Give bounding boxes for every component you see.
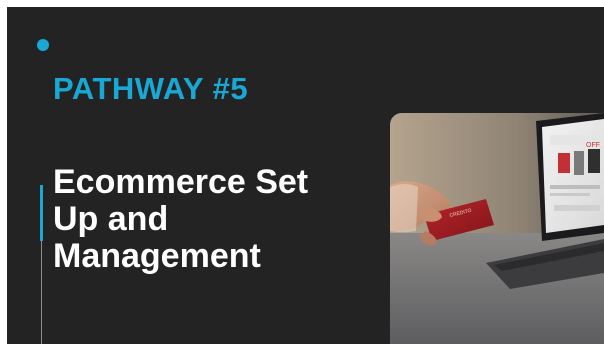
title-line-1: Ecommerce Set [53,163,309,201]
svg-text:OFF: OFF [586,142,600,149]
pathway-label: PATHWAY #5 [53,71,249,106]
ecommerce-photo: OFF CREDITO [390,113,604,344]
title-line-2: Up and [53,200,169,238]
slide: PATHWAY #5 Ecommerce Set Up and Manageme… [0,0,604,344]
slide-canvas: PATHWAY #5 Ecommerce Set Up and Manageme… [7,7,604,344]
title-accent-bar [40,185,43,241]
title-line-3: Management [53,237,261,275]
slide-title: Ecommerce Set Up and Management [53,164,308,275]
accent-dot [37,39,49,51]
ecommerce-photo-illustration: OFF CREDITO [390,113,604,344]
